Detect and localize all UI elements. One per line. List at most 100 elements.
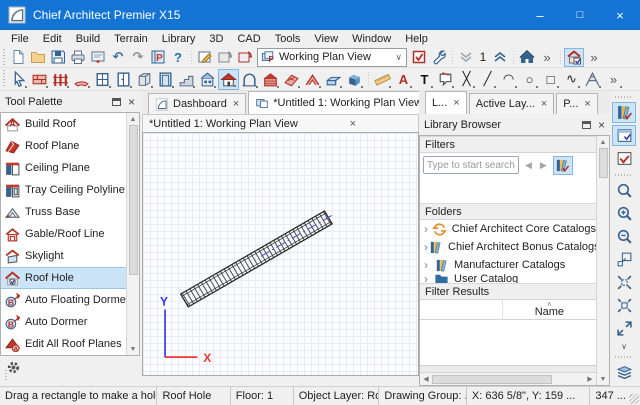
close-icon[interactable]: × <box>541 98 547 110</box>
more-chevron[interactable]: ∨ <box>612 341 636 351</box>
roofing-tool-button[interactable] <box>281 69 302 90</box>
folder-user-catalog[interactable]: › User Catalog <box>420 274 596 283</box>
help-button[interactable]: ? <box>168 48 188 67</box>
window-tool-button[interactable] <box>92 69 113 90</box>
rectangle-tool-button[interactable]: □ <box>540 69 561 90</box>
zoom-in-button[interactable] <box>612 203 636 224</box>
door-tool-button[interactable] <box>113 69 134 90</box>
menu-item[interactable]: File <box>4 30 36 47</box>
expand-view-button[interactable] <box>612 318 636 339</box>
palette-scrollbar[interactable]: ▲ ▼ <box>126 113 139 355</box>
settings-wrench-button[interactable] <box>429 48 449 67</box>
fence-tool-button[interactable] <box>50 69 71 90</box>
camera-view-button[interactable] <box>582 69 603 90</box>
library-browser-toggle[interactable] <box>612 102 636 123</box>
curved-wall-button[interactable] <box>71 69 92 90</box>
close-icon[interactable]: × <box>453 97 459 109</box>
primitive-tools-button[interactable] <box>344 69 365 90</box>
zoom-out-button[interactable] <box>612 226 636 247</box>
dormer-tool-button[interactable] <box>302 69 323 90</box>
undo-button[interactable]: ↶ <box>108 48 128 67</box>
new-plan-button[interactable] <box>8 48 28 67</box>
project-browser-toggle[interactable] <box>612 125 636 146</box>
overflow-chevron[interactable]: » <box>584 48 604 67</box>
cabinet-tool-button[interactable] <box>134 69 155 90</box>
folder-core-catalogs[interactable]: › Chief Architect Core Catalogs <box>420 220 596 238</box>
folder-manufacturer-catalogs[interactable]: › Manufacturer Catalogs <box>420 256 596 274</box>
view-selector[interactable]: Working Plan View ∨ <box>257 48 407 67</box>
zoom-tool-button[interactable] <box>612 180 636 201</box>
tab-library-browser[interactable]: L... × <box>425 91 467 114</box>
expand-icon[interactable]: › <box>424 222 432 236</box>
arc-tool-button[interactable]: ◠ <box>498 69 519 90</box>
save-button[interactable] <box>48 48 68 67</box>
menu-item[interactable]: CAD <box>230 30 267 47</box>
cross-marker-button[interactable]: ╳ <box>456 69 477 90</box>
spline-tool-button[interactable]: ∿ <box>561 69 582 90</box>
folder-bonus-catalogs[interactable]: › Chief Architect Bonus Catalogs <box>420 238 596 256</box>
plan-canvas[interactable]: Y X <box>142 132 419 376</box>
menu-item[interactable]: Terrain <box>107 30 155 47</box>
close-icon[interactable]: × <box>233 98 239 110</box>
active-defaults-button[interactable] <box>564 48 584 67</box>
scroll-left-icon[interactable]: ◀ <box>420 373 432 385</box>
tool-item[interactable]: Auto Floating Dormer <box>1 289 126 311</box>
next-result-icon[interactable]: ▶ <box>538 160 549 171</box>
doorway-tool-button[interactable] <box>155 69 176 90</box>
folders-section-header[interactable]: Folders <box>420 203 596 220</box>
close-icon[interactable]: × <box>584 98 590 110</box>
wall-tool-button[interactable] <box>29 69 50 90</box>
tool-item[interactable]: Auto Dormer <box>1 311 126 333</box>
tab-dashboard[interactable]: Dashboard × <box>148 93 246 114</box>
menu-item[interactable]: Window <box>345 30 398 47</box>
tool-item[interactable]: Build Roof <box>1 113 126 135</box>
floor-down-button[interactable] <box>456 48 476 67</box>
exterior-tools-button[interactable] <box>260 69 281 90</box>
display-options-button[interactable] <box>409 48 429 67</box>
scroll-up-icon[interactable]: ▲ <box>597 136 609 148</box>
float-panel-icon[interactable] <box>112 98 121 106</box>
line-tool-button[interactable]: ╱ <box>477 69 498 90</box>
select-objects-button[interactable] <box>8 69 29 90</box>
tool-item[interactable]: Gable/Roof Line <box>1 223 126 245</box>
chevron-down-icon[interactable]: ∨ <box>395 52 403 63</box>
menu-item[interactable]: Help <box>398 30 435 47</box>
floor-up-button[interactable] <box>490 48 510 67</box>
minimize-button[interactable]: – <box>520 0 560 30</box>
floor-number[interactable]: 1 <box>476 48 490 67</box>
tool-item[interactable]: Tray Ceiling Polyline <box>1 179 126 201</box>
redo-button[interactable]: ↷ <box>128 48 148 67</box>
search-filter-button[interactable] <box>553 156 573 175</box>
prev-result-icon[interactable]: ◀ <box>523 160 534 171</box>
library-scrollbar[interactable]: ▲ ▼ <box>596 136 609 385</box>
rich-text-button[interactable]: A <box>393 69 414 90</box>
menu-item[interactable]: View <box>307 30 345 47</box>
scroll-down-icon[interactable]: ▼ <box>127 343 139 355</box>
layer-display-toggle[interactable] <box>612 148 636 169</box>
scroll-thumb[interactable] <box>599 148 608 178</box>
callout-tool-button[interactable] <box>435 69 456 90</box>
tab-project-browser[interactable]: P... × <box>556 93 598 114</box>
tool-item[interactable]: Edit All Roof Planes <box>1 333 126 355</box>
tool-item[interactable]: Roof Hole <box>1 267 126 289</box>
scroll-up-icon[interactable]: ▲ <box>127 113 139 125</box>
open-plan-button[interactable] <box>28 48 48 67</box>
menu-item[interactable]: Library <box>155 30 203 47</box>
roof-tools-button[interactable] <box>218 69 239 90</box>
scroll-right-icon[interactable]: ▶ <box>584 373 596 385</box>
close-icon[interactable]: × <box>350 118 356 130</box>
close-icon[interactable]: × <box>598 118 605 132</box>
layer-sets-button[interactable] <box>612 362 636 383</box>
house-tools-button[interactable] <box>517 48 537 67</box>
tab-untitled-plan[interactable]: *Untitled 1: Working Plan View × <box>248 91 441 114</box>
edit-view-button[interactable] <box>195 48 215 67</box>
undo-zoom-button[interactable] <box>612 249 636 270</box>
update-view-red-button[interactable] <box>235 48 255 67</box>
tool-item[interactable]: Truss Base <box>1 201 126 223</box>
plan-database-button[interactable] <box>148 48 168 67</box>
circle-tool-button[interactable]: ○ <box>519 69 540 90</box>
close-button[interactable]: × <box>600 0 640 30</box>
stairs-tool-button[interactable] <box>176 69 197 90</box>
text-tool-button[interactable]: T <box>414 69 435 90</box>
fill-window-button[interactable] <box>612 272 636 293</box>
